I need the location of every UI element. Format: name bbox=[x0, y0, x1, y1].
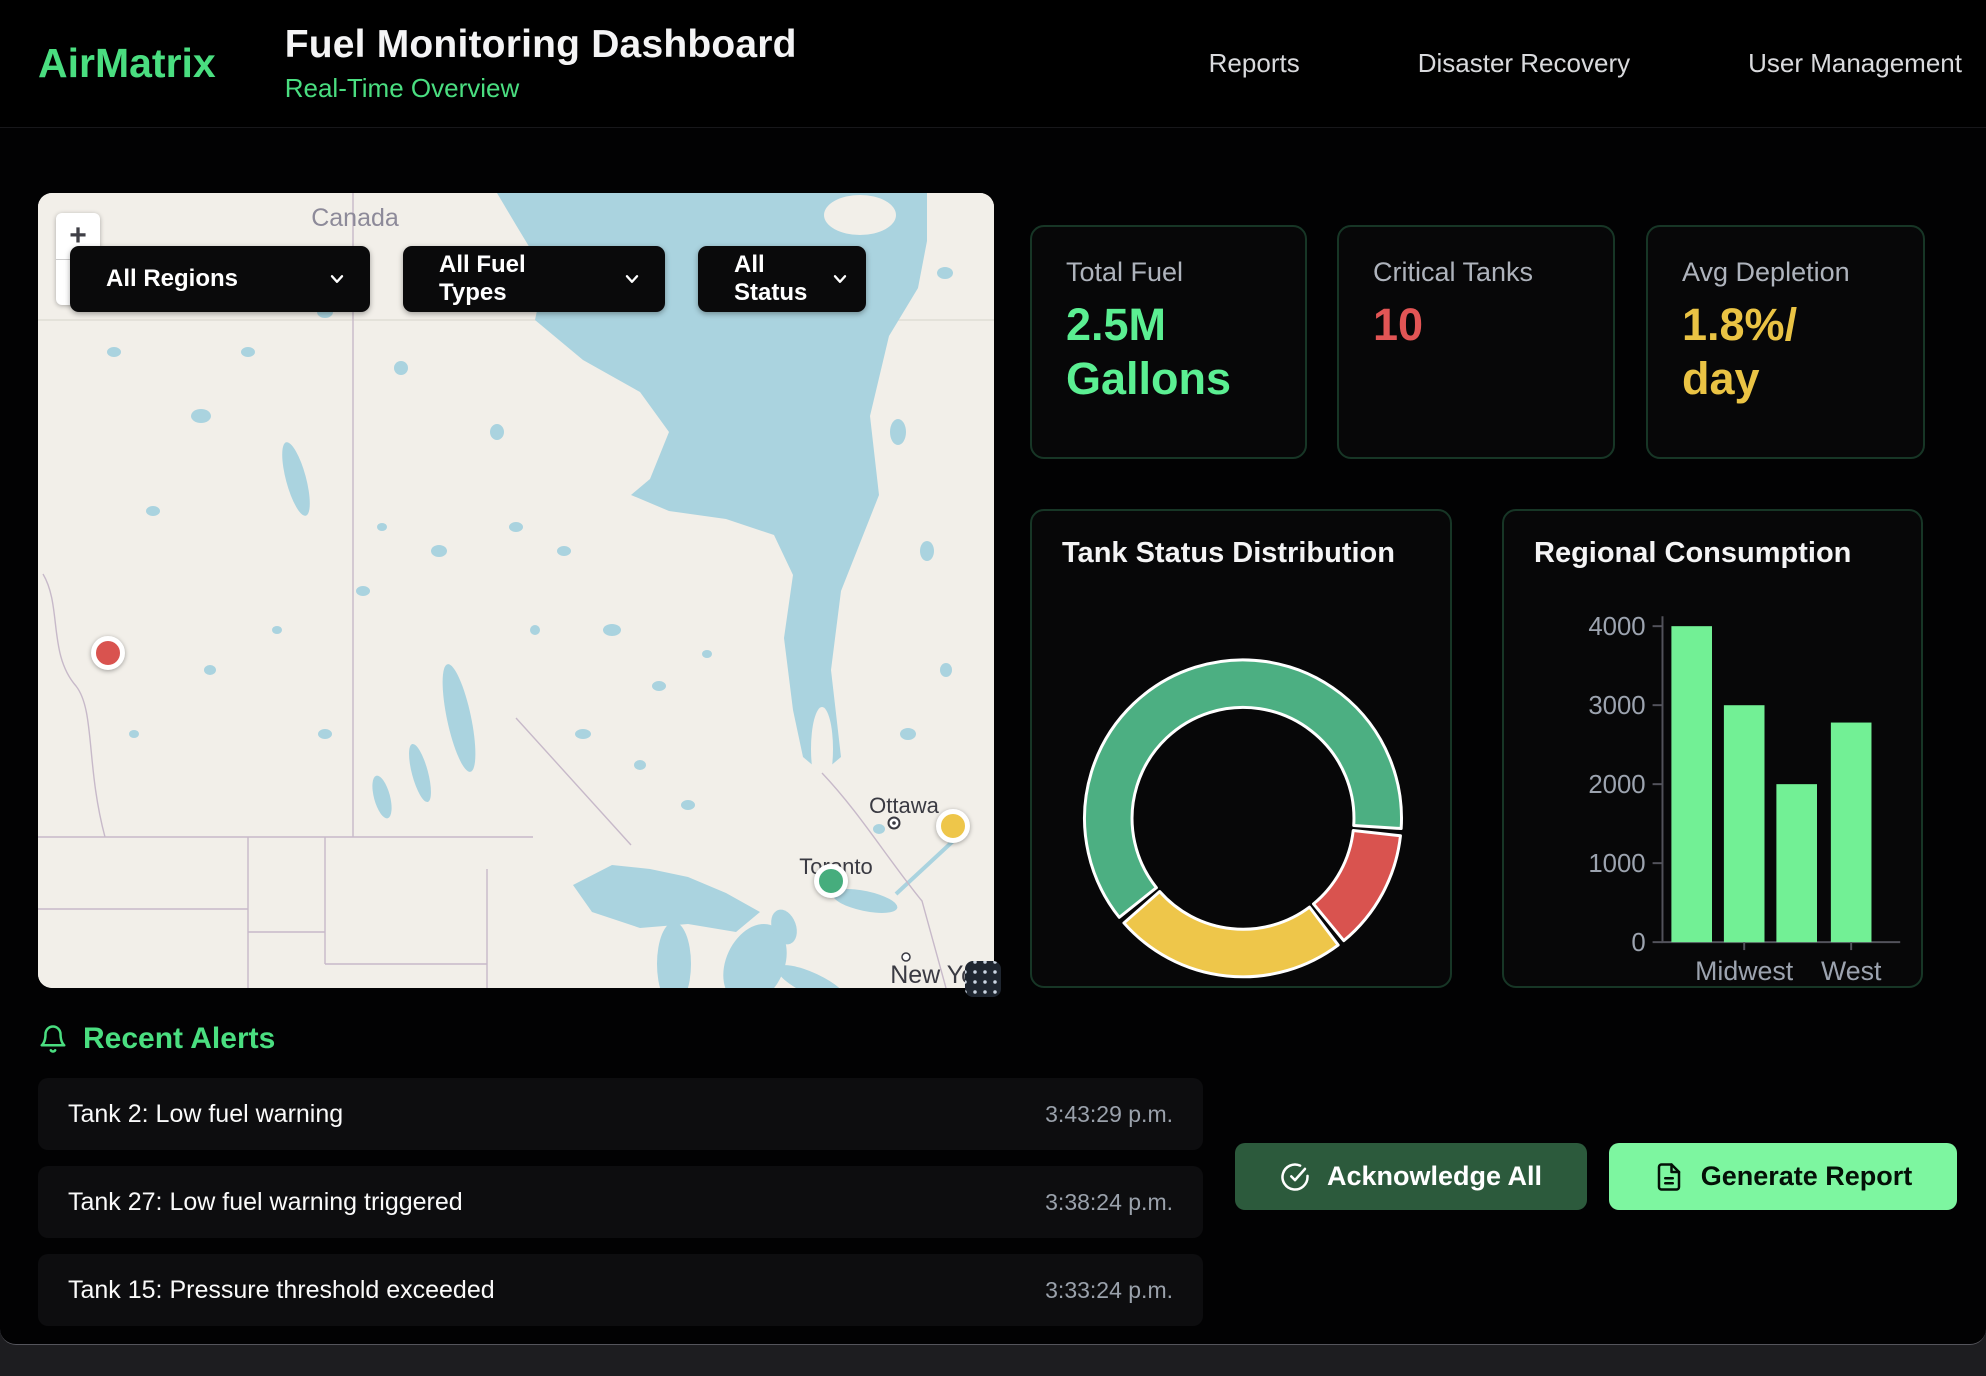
page-subtitle: Real-Time Overview bbox=[285, 73, 797, 104]
document-icon bbox=[1654, 1162, 1684, 1192]
map-tiles: Canada Ottawa Toronto New York bbox=[38, 193, 994, 988]
stat-label: Avg Depletion bbox=[1682, 257, 1893, 288]
stat-label: Total Fuel bbox=[1066, 257, 1275, 288]
alerts-title: Recent Alerts bbox=[83, 1022, 275, 1056]
map-panel: Canada Ottawa Toronto New York + − All R… bbox=[38, 193, 994, 988]
stat-card-total-fuel: Total Fuel 2.5M Gallons bbox=[1030, 225, 1307, 459]
nav-item-reports[interactable]: Reports bbox=[1209, 48, 1300, 79]
alert-time: 3:33:24 p.m. bbox=[1045, 1277, 1173, 1304]
svg-text:1000: 1000 bbox=[1588, 850, 1645, 878]
svg-text:0: 0 bbox=[1631, 929, 1645, 957]
map-label-canada: Canada bbox=[311, 204, 399, 232]
alert-message: Tank 2: Low fuel warning bbox=[68, 1100, 343, 1129]
chevron-down-icon bbox=[623, 270, 641, 288]
alert-row[interactable]: Tank 2: Low fuel warning 3:43:29 p.m. bbox=[38, 1078, 1203, 1150]
map-filters: All Regions All Fuel Types All Status bbox=[70, 246, 866, 312]
svg-text:West: West bbox=[1821, 956, 1882, 986]
header: AirMatrix Fuel Monitoring Dashboard Real… bbox=[0, 0, 1986, 128]
alert-message: Tank 27: Low fuel warning triggered bbox=[68, 1188, 463, 1217]
bell-icon bbox=[38, 1024, 68, 1054]
map-label-ottawa: Ottawa bbox=[869, 793, 939, 818]
svg-text:2000: 2000 bbox=[1588, 771, 1645, 799]
chevron-down-icon bbox=[328, 270, 346, 288]
stat-card-critical-tanks: Critical Tanks 10 bbox=[1337, 225, 1615, 459]
warning-tank-marker[interactable] bbox=[936, 809, 970, 843]
alert-row[interactable]: Tank 15: Pressure threshold exceeded 3:3… bbox=[38, 1254, 1203, 1326]
nav-item-user-management[interactable]: User Management bbox=[1748, 48, 1962, 79]
regional-consumption-chart-card: Regional Consumption 01000200030004000Mi… bbox=[1502, 509, 1923, 988]
tank-status-donut-chart[interactable] bbox=[1032, 511, 1450, 986]
title-block: Fuel Monitoring Dashboard Real-Time Over… bbox=[285, 23, 797, 104]
alert-time: 3:43:29 p.m. bbox=[1045, 1101, 1173, 1128]
alerts-header: Recent Alerts bbox=[38, 1022, 275, 1056]
dashboard-app: AirMatrix Fuel Monitoring Dashboard Real… bbox=[0, 0, 1986, 1345]
fuel-type-filter-select[interactable]: All Fuel Types bbox=[403, 246, 665, 312]
regional-consumption-bar-chart[interactable]: 0 1000 2000 3000 4000 Midwest West bbox=[1504, 511, 1921, 986]
svg-text:4000: 4000 bbox=[1588, 613, 1645, 641]
brand-logo[interactable]: AirMatrix bbox=[38, 40, 216, 87]
status-filter-select[interactable]: All Status bbox=[698, 246, 866, 312]
generate-report-button[interactable]: Generate Report bbox=[1609, 1143, 1957, 1210]
acknowledge-all-button[interactable]: Acknowledge All bbox=[1235, 1143, 1587, 1210]
map[interactable]: Canada Ottawa Toronto New York + − All R… bbox=[38, 193, 994, 988]
alert-row[interactable]: Tank 27: Low fuel warning triggered 3:38… bbox=[38, 1166, 1203, 1238]
stat-value: 10 bbox=[1373, 298, 1583, 352]
stat-card-avg-depletion: Avg Depletion 1.8%/day bbox=[1646, 225, 1925, 459]
stat-label: Critical Tanks bbox=[1373, 257, 1583, 288]
check-circle-icon bbox=[1280, 1162, 1310, 1192]
map-resize-handle[interactable] bbox=[965, 961, 1001, 997]
stat-value: 1.8%/day bbox=[1682, 298, 1817, 406]
stat-value: 2.5M Gallons bbox=[1066, 298, 1275, 406]
tank-status-chart-card: Tank Status Distribution bbox=[1030, 509, 1452, 988]
critical-tank-marker[interactable] bbox=[91, 636, 125, 670]
alert-message: Tank 15: Pressure threshold exceeded bbox=[68, 1276, 495, 1305]
main-nav: Reports Disaster Recovery User Managemen… bbox=[1209, 48, 1986, 79]
nav-item-disaster-recovery[interactable]: Disaster Recovery bbox=[1418, 48, 1630, 79]
chevron-down-icon bbox=[831, 270, 849, 288]
alert-time: 3:38:24 p.m. bbox=[1045, 1189, 1173, 1216]
svg-text:3000: 3000 bbox=[1588, 692, 1645, 720]
svg-text:Midwest: Midwest bbox=[1695, 956, 1794, 986]
region-filter-select[interactable]: All Regions bbox=[70, 246, 370, 312]
page-title: Fuel Monitoring Dashboard bbox=[285, 23, 797, 67]
